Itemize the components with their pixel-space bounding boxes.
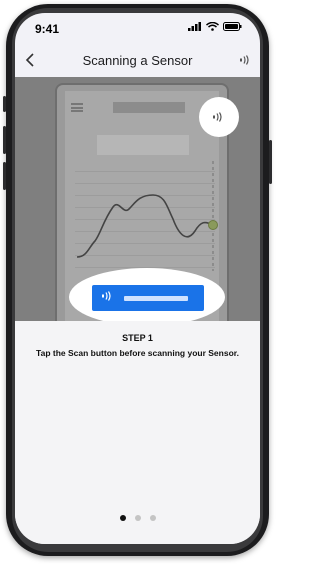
nfc-scan-icon: [102, 291, 114, 304]
signal-icon: [188, 22, 201, 31]
power-button: [269, 140, 272, 184]
status-time: 9:41: [35, 22, 60, 36]
illustration-title-placeholder: [113, 102, 185, 113]
illustration-block-placeholder: [97, 135, 189, 155]
nav-bar: Scanning a Sensor: [15, 49, 260, 77]
glucose-graph: [76, 161, 218, 271]
nfc-scan-icon[interactable]: [240, 55, 252, 68]
status-bar: 9:41: [15, 13, 260, 43]
step-content: STEP 1 Tap the Scan button before scanni…: [15, 321, 260, 544]
volume-up-button: [3, 126, 6, 154]
scan-button-label-placeholder: [124, 296, 188, 301]
scan-illustration: [15, 77, 260, 321]
illustration-scan-button: [92, 285, 204, 311]
step-label: STEP 1: [122, 333, 153, 343]
page-dot-2[interactable]: [134, 515, 141, 521]
mute-switch: [3, 96, 6, 112]
page-title: Scanning a Sensor: [82, 53, 193, 68]
nfc-scan-icon: [213, 112, 222, 122]
step-instruction: Tap the Scan button before scanning your…: [36, 348, 239, 358]
highlight-scan-icon: [199, 97, 239, 137]
phone-screen: 9:41 Scanning a Sensor STEP 1 Tap the Sc…: [15, 13, 260, 544]
page-dot-1[interactable]: [119, 515, 126, 521]
volume-down-button: [3, 162, 6, 190]
page-indicator[interactable]: [15, 515, 260, 521]
wifi-icon: [206, 22, 219, 31]
page-dot-3[interactable]: [149, 515, 156, 521]
menu-icon: [71, 103, 83, 112]
status-icons: [188, 22, 242, 31]
battery-icon: [223, 22, 242, 31]
